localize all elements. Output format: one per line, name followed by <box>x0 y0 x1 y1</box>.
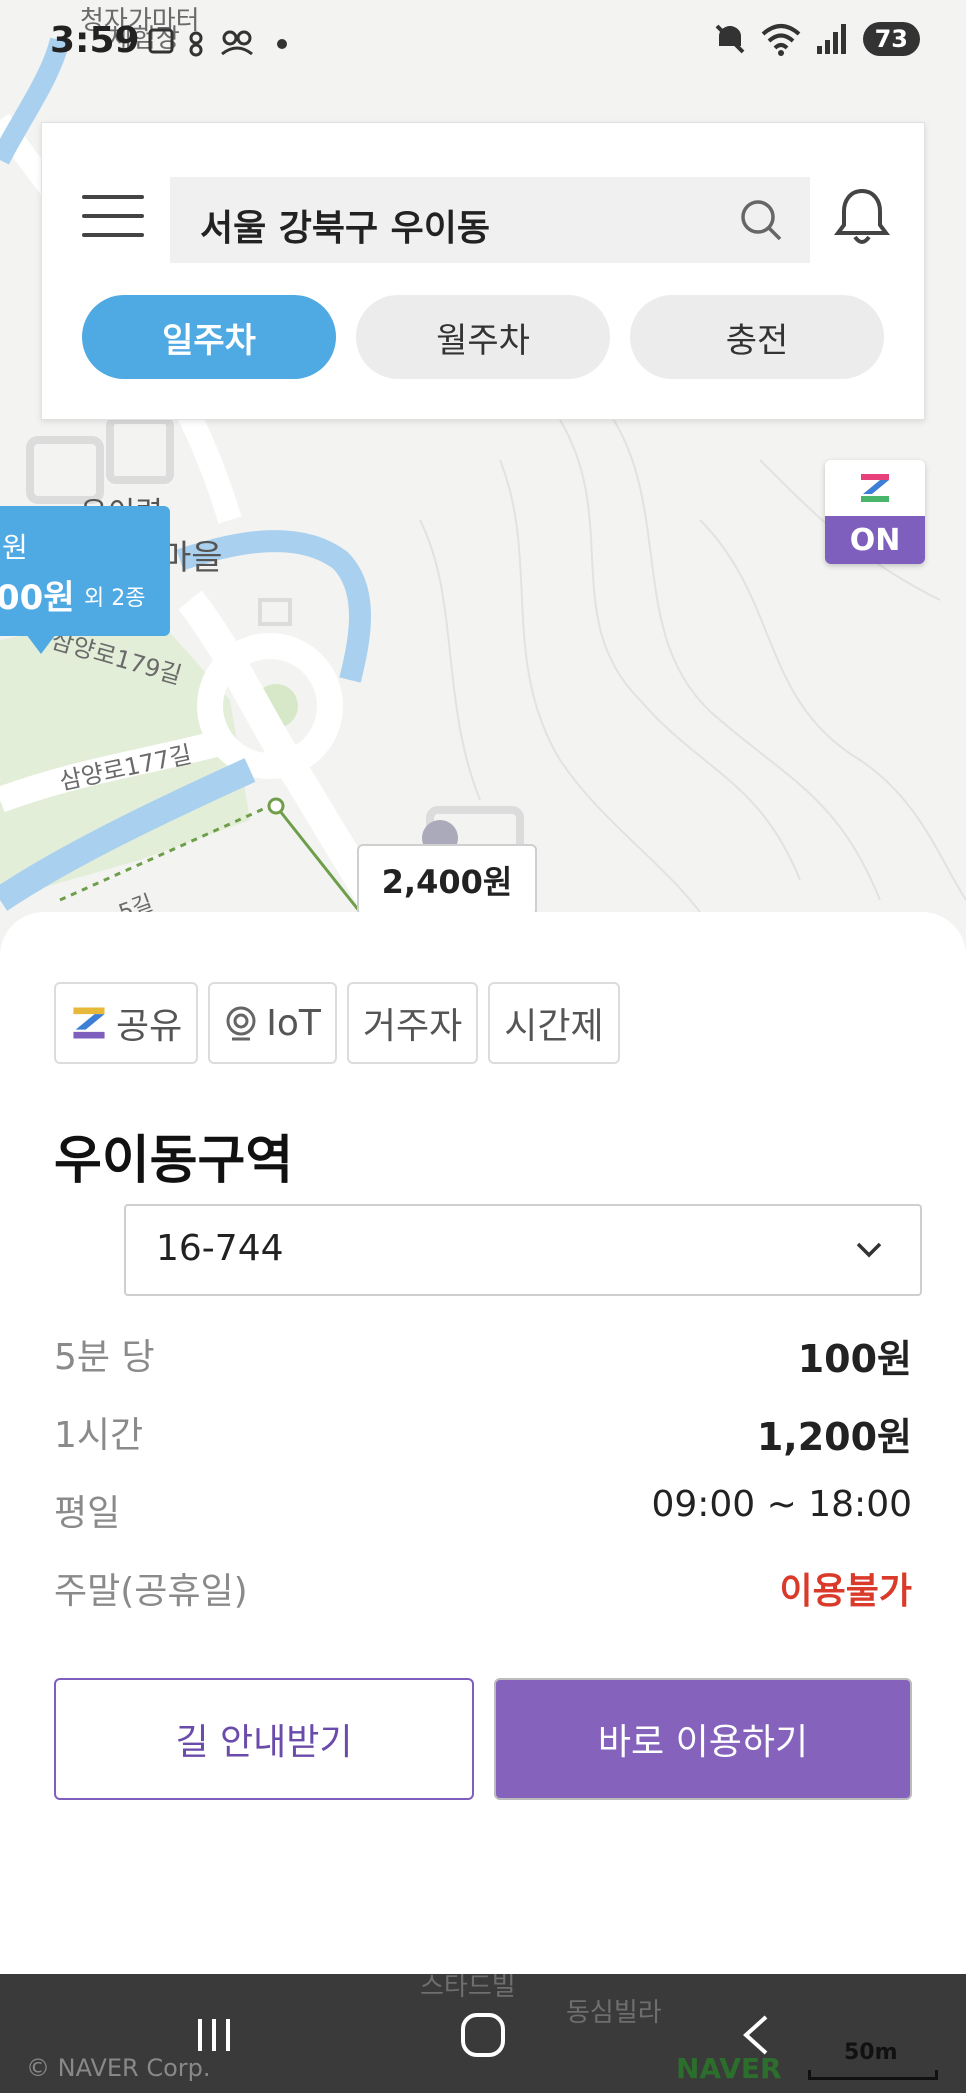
search-icon[interactable] <box>740 199 782 241</box>
use-now-button[interactable]: 바로 이용하기 <box>494 1678 912 1800</box>
parking-type-tabs: 일주차 월주차 충전 <box>82 295 884 379</box>
naver-logo: NAVER <box>676 2052 782 2085</box>
tag-label: IoT <box>266 1002 321 1044</box>
battery-indicator: 73 <box>862 22 920 56</box>
price-value: 1,200원 <box>756 1415 912 1459</box>
tag-iot: IoT <box>208 982 337 1064</box>
bubble-line: 원 <box>2 531 28 564</box>
mute-icon <box>715 24 745 54</box>
map-label: 스타드빌 <box>420 1974 516 2002</box>
tab-charging[interactable]: 충전 <box>630 295 884 379</box>
hours-row: 주말(공휴일) 이용불가 <box>54 1550 912 1628</box>
status-bar: 3:59 73 <box>0 0 966 92</box>
home-icon <box>461 2013 505 2057</box>
notification-icons <box>148 24 298 67</box>
chevron-down-icon <box>856 1242 882 1258</box>
tab-daily-parking[interactable]: 일주차 <box>82 295 336 379</box>
zon-label: ON <box>825 516 925 564</box>
tag-label: 공유 <box>116 1006 183 1047</box>
iot-icon <box>226 1006 256 1041</box>
unavailable-badge: 이용불가 <box>779 1571 912 1612</box>
zone-title: 우이동구역 <box>54 1131 294 1191</box>
tag-resident: 거주자 <box>346 982 479 1064</box>
system-icons: 73 <box>713 22 920 56</box>
hours-value: 09:00 ~ 18:00 <box>651 1484 912 1525</box>
parking-price-marker[interactable]: 2,400원 <box>357 844 537 916</box>
parking-tags: 공유 IoT 거주자 시간제 <box>54 982 620 1064</box>
tag-label: 시간제 <box>504 1006 604 1047</box>
tag-shared: 공유 <box>54 982 199 1064</box>
status-time: 3:59 <box>50 20 140 61</box>
search-query: 서울 강북구 우이동 <box>200 208 491 249</box>
back-icon <box>743 2015 768 2055</box>
z-logo-icon <box>73 1007 105 1039</box>
parking-detail-sheet: 공유 IoT 거주자 시간제 우이동구역 16-744 5분 당 100원 1시… <box>0 912 966 1974</box>
lot-select-value: 16-744 <box>156 1228 284 1269</box>
price-row: 1시간 1,200원 <box>54 1394 912 1472</box>
lot-select[interactable]: 16-744 <box>124 1204 922 1296</box>
menu-icon[interactable] <box>82 195 144 237</box>
price-key: 5분 당 <box>54 1337 155 1378</box>
tab-monthly-parking[interactable]: 월주차 <box>356 295 610 379</box>
price-value: 100원 <box>797 1337 912 1381</box>
price-row: 5분 당 100원 <box>54 1316 912 1394</box>
home-button[interactable] <box>443 2000 523 2070</box>
hours-row: 평일 09:00 ~ 18:00 <box>54 1472 912 1550</box>
map-scale-label: 50m <box>844 2040 898 2065</box>
map-scale-bar <box>808 2070 938 2080</box>
signal-icon <box>816 24 846 54</box>
price-info-list: 5분 당 100원 1시간 1,200원 평일 09:00 ~ 18:00 주말… <box>54 1316 912 1628</box>
notification-icons-glyphs <box>148 28 287 57</box>
parking-marker-bubble[interactable]: 원 00원 외 2종 <box>0 506 170 636</box>
system-nav-bar: 스타드빌 동심빌라 NAVER 50m © NAVER Corp. <box>0 1974 966 2093</box>
directions-button[interactable]: 길 안내받기 <box>54 1678 474 1800</box>
bubble-pointer <box>26 634 56 654</box>
hours-key: 평일 <box>54 1493 121 1534</box>
bell-icon[interactable] <box>832 185 892 249</box>
bubble-price: 00원 <box>0 578 75 618</box>
wifi-icon <box>761 24 800 56</box>
zon-toggle[interactable]: ON <box>825 460 925 564</box>
recent-apps-icon <box>198 2019 230 2051</box>
search-card: 서울 강북구 우이동 일주차 월주차 충전 <box>41 122 925 420</box>
price-key: 1시간 <box>54 1415 144 1456</box>
tag-label: 거주자 <box>362 1006 463 1047</box>
z-logo-icon <box>861 474 889 502</box>
search-input[interactable]: 서울 강북구 우이동 <box>170 177 810 263</box>
tag-timed: 시간제 <box>488 982 620 1064</box>
hours-key: 주말(공휴일) <box>54 1571 248 1612</box>
map-copyright: © NAVER Corp. <box>26 2054 211 2082</box>
map-label: 동심빌라 <box>566 1998 662 2028</box>
bubble-extra: 외 2종 <box>84 586 146 611</box>
